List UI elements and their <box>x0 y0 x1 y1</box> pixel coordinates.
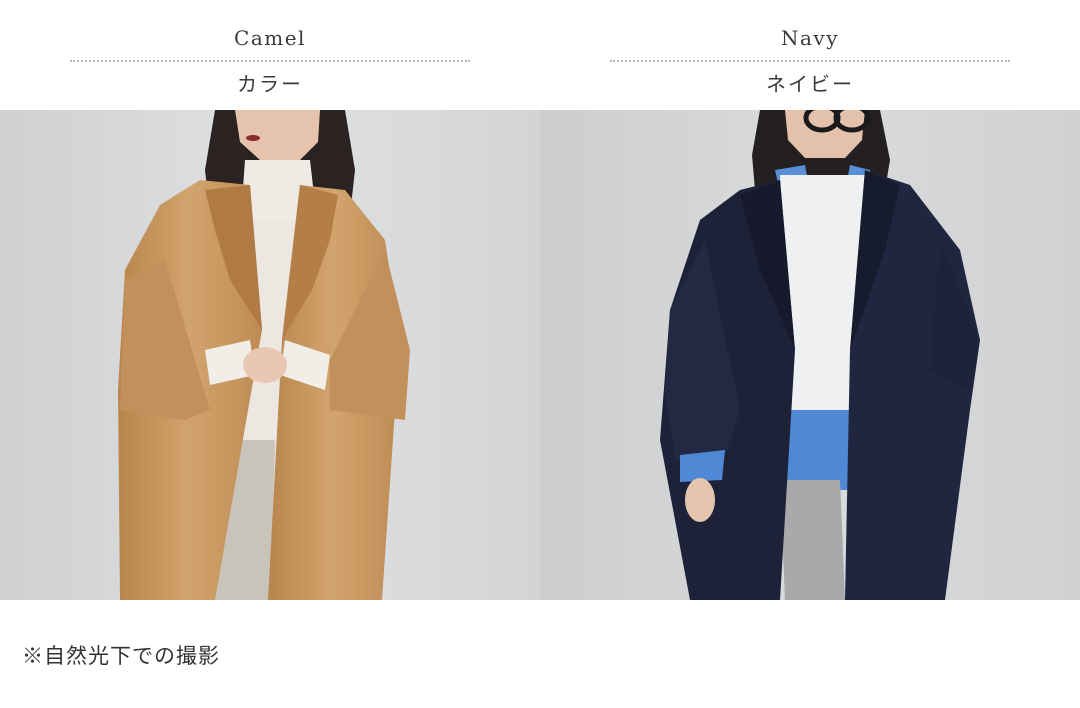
camel-coat-photo <box>0 110 540 600</box>
navy-header-divider <box>610 60 1010 62</box>
navy-coat-illustration <box>540 110 1080 600</box>
camel-color-name-en: Camel <box>234 26 306 50</box>
navy-color-name-jp: ネイビー <box>766 72 854 96</box>
camel-color-header: Camel カラー <box>0 0 540 110</box>
navy-color-header: Navy ネイビー <box>540 0 1080 110</box>
camel-color-name-jp: カラー <box>237 72 303 96</box>
navy-color-name-en: Navy <box>780 26 840 50</box>
navy-coat-photo <box>540 110 1080 600</box>
camel-coat-illustration <box>0 110 540 600</box>
camel-header-divider <box>70 60 470 62</box>
lighting-footnote: ※自然光下での撮影 <box>22 644 220 668</box>
